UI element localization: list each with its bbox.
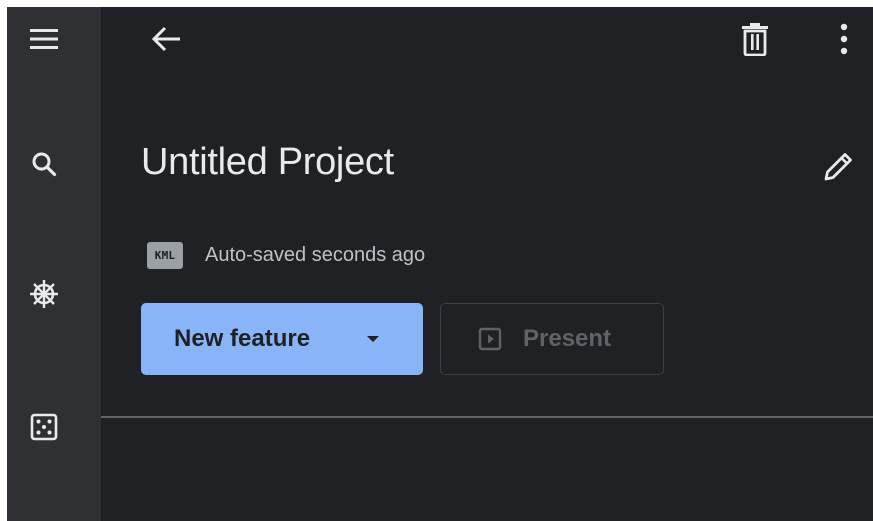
menu-button[interactable] — [24, 19, 64, 59]
left-rail — [7, 7, 101, 521]
more-vert-icon — [840, 23, 848, 55]
project-panel: Untitled Project KML Auto-saved seconds … — [101, 7, 873, 521]
search-icon — [32, 152, 57, 177]
more-options-button[interactable] — [824, 19, 864, 59]
trash-icon — [742, 23, 768, 56]
present-button[interactable]: Present — [440, 303, 664, 375]
section-divider — [101, 416, 873, 418]
app-window: Untitled Project KML Auto-saved seconds … — [7, 7, 873, 521]
project-title[interactable]: Untitled Project — [141, 141, 394, 184]
arrow-back-icon — [151, 26, 180, 52]
present-label: Present — [523, 325, 612, 352]
search-button[interactable] — [24, 144, 64, 184]
pencil-icon — [824, 153, 852, 181]
dice-icon — [30, 413, 58, 441]
autosave-status: Auto-saved seconds ago — [205, 244, 426, 266]
back-button[interactable] — [146, 19, 186, 59]
menu-icon — [30, 29, 58, 49]
new-feature-label: New feature — [174, 325, 311, 352]
kml-file-badge: KML — [147, 242, 183, 269]
delete-button[interactable] — [735, 19, 775, 59]
present-icon — [478, 327, 502, 351]
ships-wheel-icon — [30, 280, 58, 308]
dropdown-caret-icon — [367, 336, 379, 342]
new-feature-button[interactable]: New feature — [141, 303, 423, 375]
feeling-lucky-button[interactable] — [24, 407, 64, 447]
voyager-button[interactable] — [24, 274, 64, 314]
edit-title-button[interactable] — [818, 147, 858, 187]
